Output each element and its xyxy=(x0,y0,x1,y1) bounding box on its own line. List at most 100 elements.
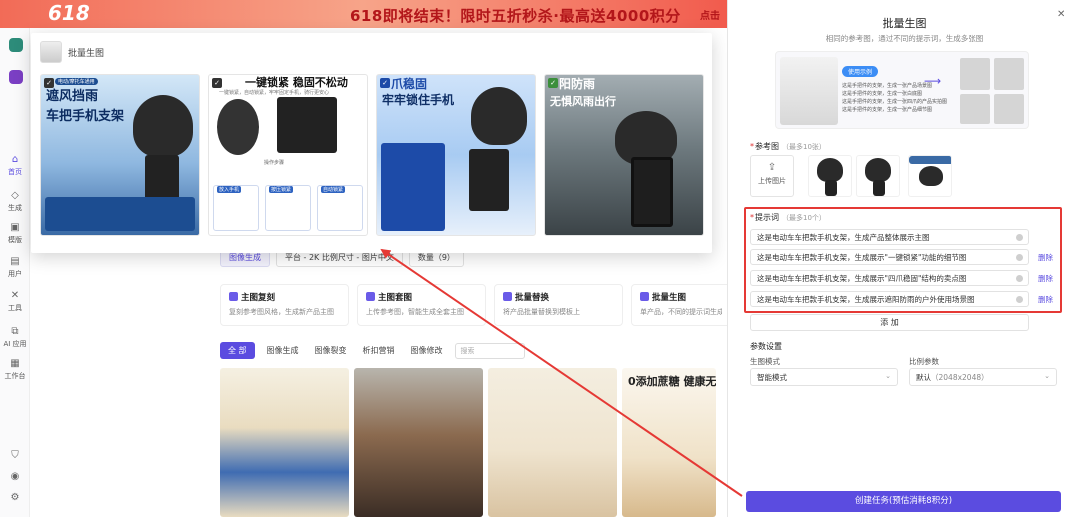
delete-prompt-3-button[interactable]: 删除 xyxy=(1038,273,1053,284)
delete-prompt-4-button[interactable]: 删除 xyxy=(1038,294,1053,305)
rail-label: AI 应用 xyxy=(3,340,27,348)
result-image-4[interactable]: ✓ 阳防雨 无惧风雨出行 xyxy=(544,74,704,236)
prompt-input-4[interactable]: 这是电动车车把款手机支架，生成展示遮阳防雨的户外使用场景图 xyxy=(750,291,1029,307)
banner-headline: 618即将结束！限时五折秒杀·最高送4000积分 xyxy=(350,7,681,25)
gallery-image-fashion[interactable] xyxy=(354,368,483,517)
check-icon[interactable]: ✓ xyxy=(548,78,558,88)
app-logo xyxy=(9,38,23,52)
category-search-input[interactable]: 搜索 xyxy=(454,342,525,359)
rail-item-settings[interactable]: ⚙ xyxy=(0,492,30,505)
tool-card-batch-replace[interactable]: 批量替换 将产品批量替换到模板上 xyxy=(494,284,623,326)
gallery: 0添加蔗糖 健康无 xyxy=(220,368,716,517)
rail-item-tool[interactable]: ✕ 工具 xyxy=(0,290,30,313)
thumbnail-banner xyxy=(909,156,951,164)
clear-icon[interactable] xyxy=(1016,234,1023,241)
tool-card-batch-generate[interactable]: 批量生图 单产品，不同的提示词生成多张图 xyxy=(631,284,731,326)
result-headline: 爪稳固 xyxy=(391,77,428,91)
gallery-image-serum[interactable] xyxy=(488,368,617,517)
gallery-card-title: 0添加蔗糖 健康无 xyxy=(628,375,716,388)
reference-thumbnail-2[interactable] xyxy=(856,155,900,197)
tool-card-desc: 上传参考图，智能生成全套主图 xyxy=(366,308,464,316)
mode-select[interactable]: 智能模式 ⌄ xyxy=(750,368,898,386)
result-subheadline: 牢牢锁住手机 xyxy=(382,93,455,107)
rail-item-user[interactable]: ▤ 用户 xyxy=(0,256,30,279)
panel-subtitle: 相同的参考图，通过不同的提示词，生成多张图 xyxy=(825,34,984,43)
rail-label: 工作台 xyxy=(4,372,26,380)
banner-cta-button[interactable]: 点击 xyxy=(700,7,720,22)
upload-image-button[interactable]: ⇪ 上传图片 xyxy=(750,155,794,197)
clear-icon[interactable] xyxy=(1016,296,1023,303)
tool-card-main-copy[interactable]: 主图复刻 复刻参考图风格，生成新产品主图 xyxy=(220,284,349,326)
tab-image-edit[interactable]: 图像修改 xyxy=(407,342,447,359)
close-icon[interactable]: ✕ xyxy=(1057,9,1065,20)
clear-icon[interactable] xyxy=(1016,275,1023,282)
tool-card-title: 批量替换 xyxy=(515,293,550,303)
tool-icon xyxy=(503,292,512,301)
prompt-hint: （最多10个） xyxy=(782,214,826,222)
tab-marketing[interactable]: 析扣营销 xyxy=(359,342,399,359)
helmet-graphic xyxy=(919,166,943,186)
reference-thumbnail-1[interactable] xyxy=(808,155,852,197)
ratio-select[interactable]: 默认（2048x2048） ⌄ xyxy=(909,368,1057,386)
result-headline: 遮风挡雨 xyxy=(46,89,99,104)
reference-thumbnail-3[interactable] xyxy=(908,155,952,197)
rail-item-ai-app[interactable]: ⧉ AI 应用 xyxy=(0,326,30,349)
example-line: 这是手把件的支架，生成一张产品细节图 xyxy=(842,107,933,113)
popup-title: 批量生图 xyxy=(68,48,105,59)
home-icon: ⌂ xyxy=(11,154,19,165)
add-prompt-button[interactable]: 添 加 xyxy=(750,314,1029,331)
prompt-label: *提示词 （最多10个） xyxy=(750,212,826,223)
params-label: 参数设置 xyxy=(750,342,782,351)
gallery-image-food[interactable] xyxy=(220,368,349,517)
result-image-2[interactable]: ✓ 一键锁紧 稳固不松动 一键锁紧，自动锁紧，牢牢固定手机，骑行更安心 操作步骤… xyxy=(208,74,368,236)
result-subheadline: 无惧风雨出行 xyxy=(550,95,616,108)
delete-prompt-2-button[interactable]: 删除 xyxy=(1038,252,1053,263)
hand-graphic xyxy=(217,99,259,155)
example-output-4 xyxy=(994,94,1024,124)
example-line: 这是手把件的支架，生成一张四爪的产品实拍图 xyxy=(842,99,948,105)
result-image-1[interactable]: ✓ 电动/摩托车通用 遮风挡雨 车把手机支架 xyxy=(40,74,200,236)
rail-item-workspace[interactable]: ▦ 工作台 xyxy=(0,358,30,381)
step-chip: 自动锁紧 xyxy=(321,186,346,193)
rail-item-generate[interactable]: ◇ 生成 xyxy=(0,190,30,213)
promo-banner[interactable]: 618 618即将结束！限时五折秒杀·最高送4000积分 点击 xyxy=(0,0,727,28)
rail-item-home[interactable]: ⌂ 首页 xyxy=(0,154,30,177)
chevron-down-icon: ⌄ xyxy=(885,372,891,380)
prompt-input-2[interactable]: 这是电动车车把款手机支架，生成展示"一键锁紧"功能的细节图 xyxy=(750,249,1029,265)
gallery-image-snack[interactable]: 0添加蔗糖 健康无 xyxy=(622,368,716,517)
tab-all[interactable]: 全 部 xyxy=(220,342,255,359)
reference-label: *参考图 （最多10张） xyxy=(750,141,826,152)
example-output-2 xyxy=(994,58,1024,90)
rail-label: 生成 xyxy=(8,204,22,212)
mode-select-value: 智能模式 xyxy=(757,373,787,382)
rail-item-template[interactable]: ▣ 模版 xyxy=(0,222,30,245)
batch-generate-panel: 批量生图 ✕ 相同的参考图，通过不同的提示词，生成多张图 使用示例 这是手把件的… xyxy=(727,0,1080,517)
helmet-graphic xyxy=(133,95,193,157)
clear-icon[interactable] xyxy=(1016,254,1023,261)
check-icon[interactable]: ✓ xyxy=(44,78,54,88)
tab-image-fission[interactable]: 图像裂变 xyxy=(311,342,351,359)
mode-label: 生图模式 xyxy=(750,357,780,366)
popup-thumbnail xyxy=(40,41,62,63)
tool-card-main-set[interactable]: 主图套图 上传参考图，智能生成全套主图 xyxy=(357,284,486,326)
tool-icon xyxy=(366,292,375,301)
steps-label: 操作步骤 xyxy=(264,160,285,166)
create-task-button[interactable]: 创建任务(预估消耗8积分) xyxy=(746,491,1061,512)
tab-image-generate[interactable]: 图像生成 xyxy=(263,342,303,359)
example-reference-image xyxy=(780,57,838,125)
check-icon[interactable]: ✓ xyxy=(380,78,390,88)
prompt-label-text: 提示词 xyxy=(755,213,779,222)
prompt-input-3[interactable]: 这是电动车车把款手机支架，生成展示"四爪稳固"结构的卖点图 xyxy=(750,270,1029,286)
required-mark: * xyxy=(750,213,754,222)
prompt-input-1[interactable]: 这是电动车车把款手机支架，生成产品整体展示主图 xyxy=(750,229,1029,245)
result-image-3[interactable]: ✓ 爪稳固 牢牢锁住手机 xyxy=(376,74,536,236)
rail-item-target[interactable]: ◉ xyxy=(0,471,30,484)
tool-card-desc: 单产品，不同的提示词生成多张图 xyxy=(640,308,722,316)
result-headline: 一键锁紧 稳固不松动 xyxy=(245,76,348,89)
tool-icon xyxy=(640,292,649,301)
left-rail: ⌂ 首页 ◇ 生成 ▣ 模版 ▤ 用户 ✕ 工具 ⧉ AI 应用 ▦ 工作台 ⛉ xyxy=(0,28,30,517)
check-icon[interactable]: ✓ xyxy=(212,78,222,88)
step-chip: 放入手机 xyxy=(217,186,242,193)
popup-header: 批量生图 xyxy=(40,41,104,63)
rail-item-shield[interactable]: ⛉ xyxy=(0,450,30,463)
